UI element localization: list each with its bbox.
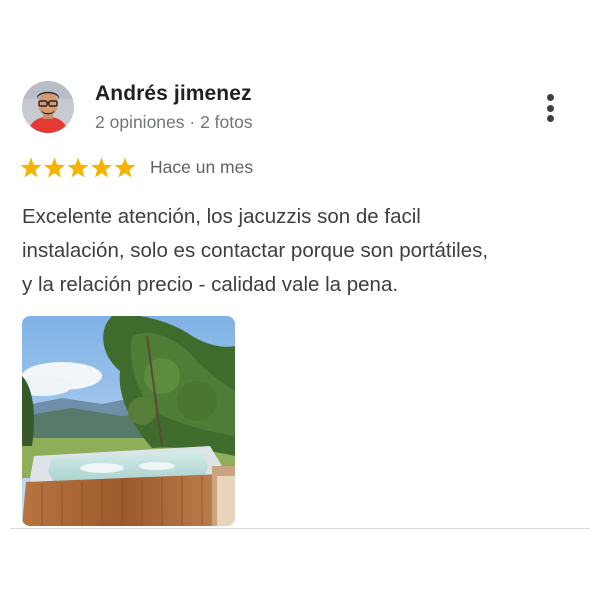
star-icon xyxy=(44,157,65,178)
review-date: Hace un mes xyxy=(150,157,254,177)
more-options-button[interactable] xyxy=(534,90,568,126)
more-vert-icon-dot xyxy=(547,115,554,122)
star-icon xyxy=(91,157,112,178)
review-text-line: y la relación precio - calidad vale la p… xyxy=(22,273,399,296)
star-icon xyxy=(20,157,42,178)
review-text: Excelente atención, los jacuzzis son de … xyxy=(22,200,592,302)
review-photo-image xyxy=(22,316,235,526)
review-photo[interactable] xyxy=(22,316,235,526)
avatar-image xyxy=(22,81,74,133)
more-vert-icon xyxy=(547,94,554,101)
divider xyxy=(10,528,590,529)
review-text-line: instalación, solo es contactar porque so… xyxy=(22,239,489,262)
review-text-line: Excelente atención, los jacuzzis son de … xyxy=(22,205,421,228)
star-icon xyxy=(67,157,89,178)
reviewer-name[interactable]: Andrés jimenez xyxy=(95,82,252,106)
star-icon xyxy=(114,157,136,178)
star-rating xyxy=(20,157,136,178)
review-card: Andrés jimenez 2 opiniones · 2 fotos Hac… xyxy=(0,0,600,600)
more-vert-icon-dot xyxy=(547,104,554,112)
avatar[interactable] xyxy=(22,81,74,133)
reviewer-meta: 2 opiniones · 2 fotos xyxy=(95,112,253,132)
